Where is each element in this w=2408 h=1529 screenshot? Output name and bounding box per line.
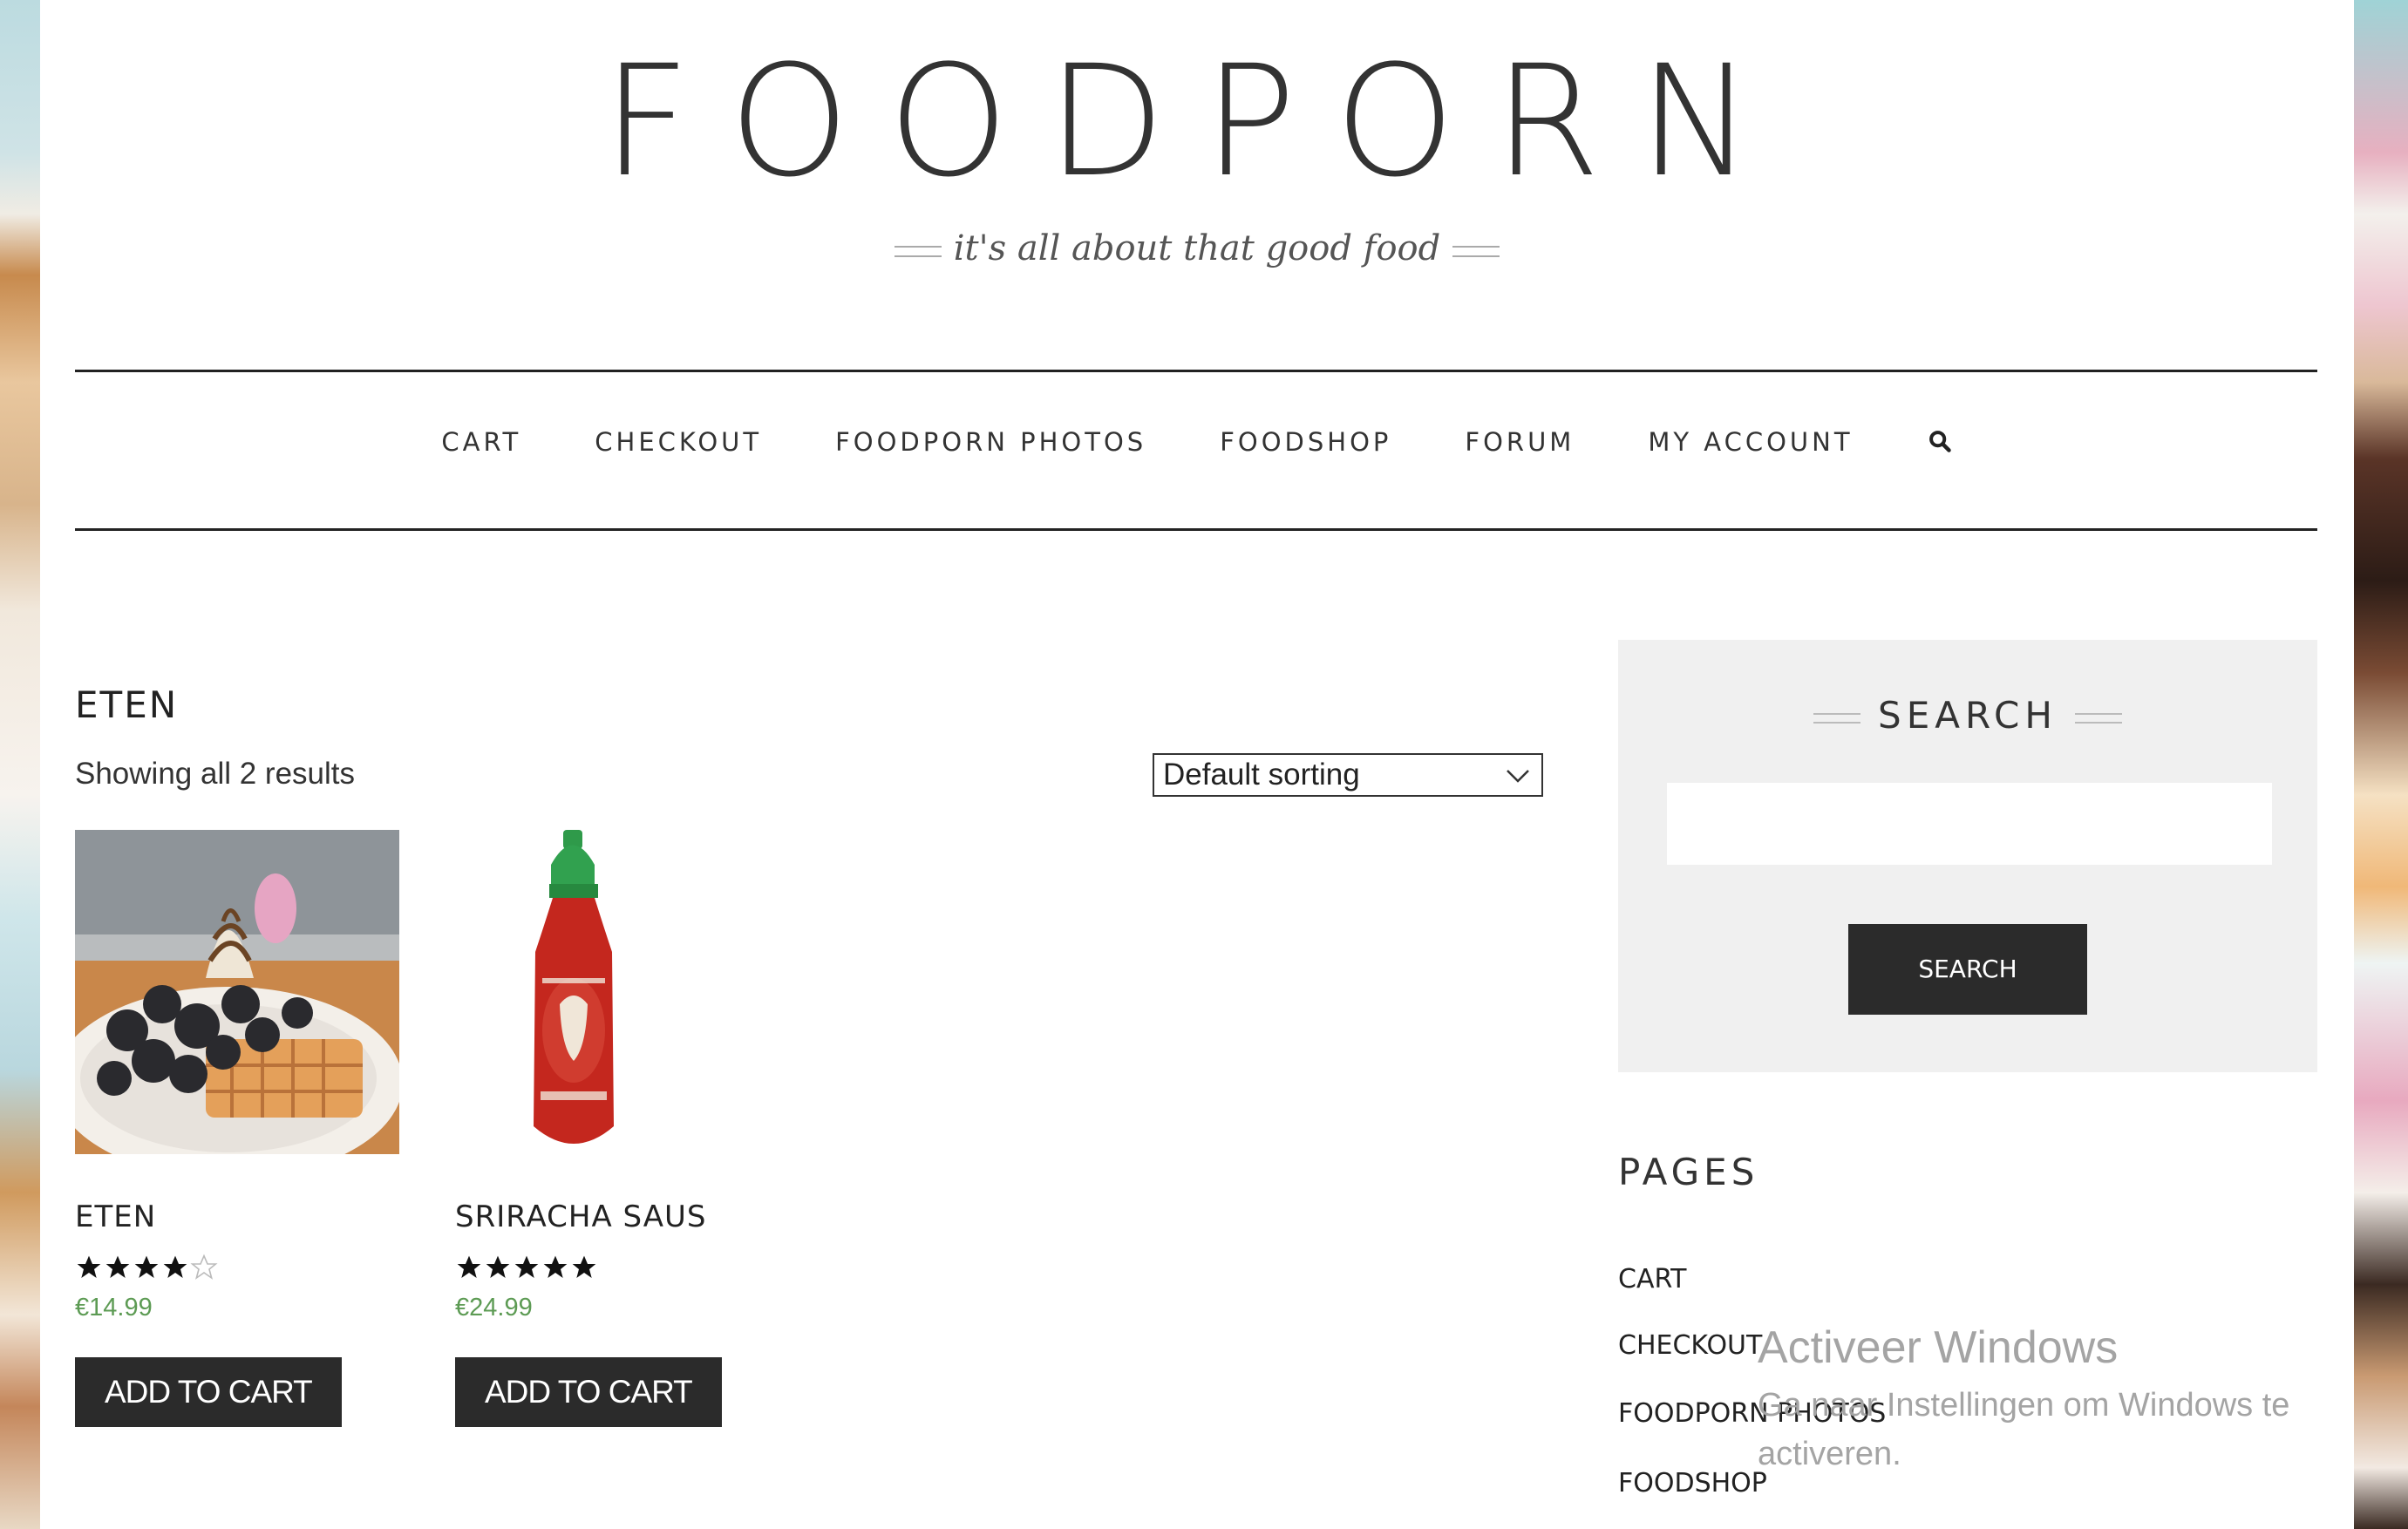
search-icon[interactable]: [1927, 429, 1953, 455]
product-image-sriracha[interactable]: [455, 830, 779, 1154]
nav-item-checkout[interactable]: CHECKOUT: [595, 427, 762, 457]
main-nav: CART CHECKOUT FOODPORN PHOTOS FOODSHOP F…: [40, 427, 2354, 457]
product-rating: [75, 1254, 399, 1283]
product-image-waffle[interactable]: [75, 830, 399, 1154]
widget-title-dash-left: [1813, 712, 1861, 724]
star-empty-icon: [190, 1254, 218, 1280]
chevron-down-icon: [1507, 770, 1529, 783]
page-container: FOODPORN it's all about that good food C…: [40, 0, 2354, 1529]
category-title: ETEN: [75, 683, 179, 726]
product-price: €14.99: [75, 1294, 153, 1322]
star-filled-icon: [543, 1255, 568, 1278]
product-name[interactable]: SRIRACHA SAUS: [455, 1199, 779, 1234]
tagline: it's all about that good food: [40, 228, 2354, 268]
windows-activation-title: Activeer Windows: [1758, 1322, 2119, 1373]
product-card: ETEN €14.99 ADD TO CART: [75, 830, 399, 1427]
star-filled-icon: [105, 1255, 130, 1278]
nav-item-foodshop[interactable]: FOODSHOP: [1220, 427, 1391, 457]
nav-item-my-account[interactable]: MY ACCOUNT: [1648, 427, 1853, 457]
background-photo-left: [0, 0, 40, 1529]
search-widget-label: SEARCH: [1878, 694, 2058, 737]
site-title[interactable]: FOODPORN: [40, 45, 2354, 199]
nav-item-forum[interactable]: FORUM: [1465, 427, 1575, 457]
search-widget-title: SEARCH: [1618, 694, 2317, 737]
sort-select[interactable]: Default sorting: [1153, 753, 1543, 797]
search-widget: SEARCH SEARCH: [1618, 640, 2317, 1072]
pages-link-cart[interactable]: CART: [1618, 1264, 1686, 1295]
windows-activation-subtitle: Ga naar Instellingen om Windows te activ…: [1758, 1387, 2290, 1472]
product-card: SRIRACHA SAUS €24.99 ADD TO CART: [455, 830, 779, 1427]
nav-item-cart[interactable]: CART: [441, 427, 521, 457]
add-to-cart-button[interactable]: ADD TO CART: [455, 1357, 722, 1427]
product-price: €24.99: [455, 1294, 533, 1322]
background-photo-right: [2354, 0, 2408, 1529]
product-name[interactable]: ETEN: [75, 1199, 399, 1234]
pages-widget-title: PAGES: [1618, 1151, 1759, 1193]
product-rating: [455, 1254, 779, 1283]
tagline-text: it's all about that good food: [953, 228, 1441, 268]
star-filled-icon: [77, 1255, 101, 1278]
widget-title-dash-right: [2074, 712, 2122, 724]
nav-item-foodporn-photos[interactable]: FOODPORN PHOTOS: [835, 427, 1146, 457]
nav-bottom-rule: [75, 528, 2317, 531]
star-filled-icon: [134, 1255, 159, 1278]
star-filled-icon: [163, 1255, 187, 1278]
pages-link-checkout[interactable]: CHECKOUT: [1618, 1330, 1762, 1361]
tagline-dash-right: [1452, 245, 1500, 257]
nav-top-rule: [75, 370, 2317, 372]
tagline-dash-left: [894, 245, 942, 257]
search-button[interactable]: SEARCH: [1848, 924, 2087, 1015]
sort-select-value: Default sorting: [1163, 758, 1360, 792]
star-filled-icon: [486, 1255, 510, 1278]
pages-link-foodshop[interactable]: FOODSHOP: [1618, 1468, 1767, 1498]
star-filled-icon: [514, 1255, 539, 1278]
add-to-cart-button[interactable]: ADD TO CART: [75, 1357, 342, 1427]
search-input[interactable]: [1667, 783, 2272, 865]
star-filled-icon: [572, 1255, 596, 1278]
results-count: Showing all 2 results: [75, 757, 355, 791]
star-filled-icon: [457, 1255, 481, 1278]
